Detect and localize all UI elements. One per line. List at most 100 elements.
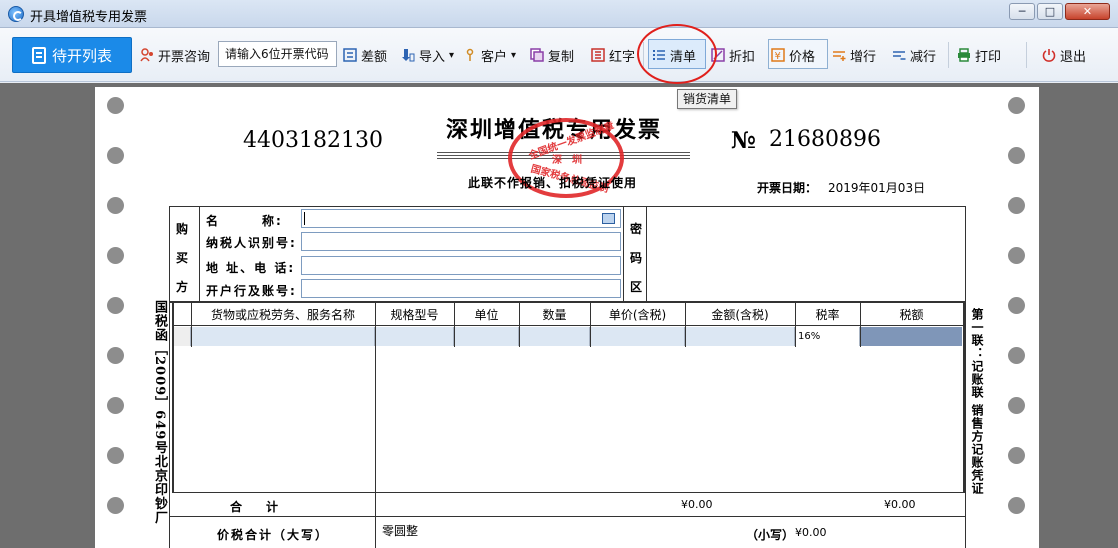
printer-note: 国税函［2009］649号北京印钞厂 [152,300,167,525]
document-icon [31,46,46,64]
copy-button[interactable]: 复制 [530,44,574,66]
buyer-name-label: 名 称: [206,214,283,228]
sum-label: 合 计 [230,500,279,514]
customer-button[interactable]: 客户 ▾ [463,44,516,66]
import-label: 导入 [419,49,446,65]
pending-list-button[interactable]: 待开列表 [12,37,132,73]
print-icon [958,48,970,62]
grid-line [963,303,965,493]
difference-button[interactable]: 差额 [343,44,387,66]
print-label: 打印 [975,49,1002,65]
window-title: 开具增值税专用发票 [30,10,148,25]
tractor-hole [1008,447,1025,464]
title-bar: 开具增值税专用发票 ─ □ ✕ [0,0,1118,28]
cipher-area-char: 码 [630,251,643,265]
grand-total-words: 零圆整 [382,524,419,538]
app-icon [8,6,24,22]
issue-date: 2019年01月03日 [828,181,926,195]
print-button[interactable]: 打印 [957,44,1001,66]
tractor-hole [1008,297,1025,314]
add-row-button[interactable]: 增行 [832,44,876,66]
buyer-taxid-field[interactable] [301,232,621,251]
exit-icon [1042,49,1056,62]
tractor-hole [107,397,124,414]
grid-line [169,206,966,207]
row-selector[interactable] [174,327,191,346]
column-header: 单位 [474,308,499,322]
number-mark: № [731,127,756,154]
item-spec-cell[interactable] [376,327,454,346]
buyer-bank-field[interactable] [301,279,621,298]
toolbar: 待开列表 开票咨询 请输入6位开票代码 差额 导入 ▾ 客户 ▾ 复制 红字 清… [0,28,1118,82]
grid-line [623,206,624,302]
inquiry-icon [140,48,153,62]
inquiry-label: 开票咨询 [158,49,211,65]
item-rate-cell[interactable]: 16% [796,327,860,346]
price-button[interactable]: ¥ 价格 [771,44,815,66]
toolbar-separator [948,42,949,68]
add-row-label: 增行 [850,49,877,65]
toolbar-separator [1026,42,1027,68]
tax-total: ¥0.00 [884,498,916,511]
copy-note: 第一联：记账联 销售方记账凭证 [970,308,984,496]
maximize-button[interactable]: □ [1037,3,1063,20]
item-quantity-cell[interactable] [520,327,590,346]
copy-icon [530,48,544,62]
item-price-cell[interactable] [591,327,685,346]
grid-line [172,492,964,493]
buyer-bank-label: 开户行及账号: [206,284,297,298]
tractor-hole [107,247,124,264]
tractor-hole [1008,197,1025,214]
invoice-subtitle: 此联不作报销、扣税凭证使用 [468,176,638,190]
tractor-hole [1008,247,1025,264]
import-button[interactable]: 导入 ▾ [401,44,454,66]
exit-button[interactable]: 退出 [1042,44,1086,66]
tractor-hole [107,147,124,164]
item-name-cell[interactable] [192,327,375,346]
buyer-label-char: 购 [176,222,189,236]
buyer-label-char: 买 [176,251,189,265]
column-header: 税额 [899,308,924,322]
minimize-icon: ─ [1018,5,1026,18]
red-letter-icon [591,48,605,62]
column-header: 数量 [542,308,567,322]
buyer-address-field[interactable] [301,256,621,275]
tractor-hole [1008,397,1025,414]
remove-row-button[interactable]: 减行 [892,44,936,66]
pending-list-label: 待开列表 [51,46,112,65]
tractor-hole [107,347,124,364]
tractor-hole [107,447,124,464]
inquiry-button[interactable]: 开票咨询 [140,44,210,66]
lookup-icon[interactable] [602,213,615,224]
red-letter-label: 红字 [609,49,636,65]
copy-label: 复制 [548,49,575,65]
difference-label: 差额 [361,49,388,65]
invoice-code-input[interactable]: 请输入6位开票代码 [218,41,337,67]
column-header: 税率 [815,308,840,322]
discount-label: 折扣 [729,49,756,65]
minimize-button[interactable]: ─ [1009,3,1035,20]
import-dropdown-icon: ▾ [449,49,455,61]
red-letter-button[interactable]: 红字 [591,44,635,66]
exit-label: 退出 [1060,49,1087,65]
grand-total-small-label: （小写） [746,528,795,542]
buyer-label-char: 方 [176,280,189,294]
item-tax-cell[interactable] [861,327,962,346]
customer-dropdown-icon: ▾ [511,49,517,61]
stamp-middle-text: 深 圳 [552,155,582,166]
discount-button[interactable]: 折扣 [711,44,755,66]
tractor-hole [1008,497,1025,514]
column-header: 货物或应税劳务、服务名称 [210,308,355,322]
tractor-hole [107,297,124,314]
buyer-name-field[interactable] [301,209,621,228]
close-button[interactable]: ✕ [1065,3,1110,20]
tractor-hole [1008,147,1025,164]
column-header: 规格型号 [390,308,439,322]
customer-label: 客户 [481,49,508,65]
item-unit-cell[interactable] [455,327,519,346]
remove-row-label: 减行 [910,49,937,65]
invoice-number: 21680896 [769,127,881,152]
item-amount-cell[interactable] [686,327,795,346]
column-header: 金额(含税) [711,308,769,322]
price-label: 价格 [789,49,816,65]
